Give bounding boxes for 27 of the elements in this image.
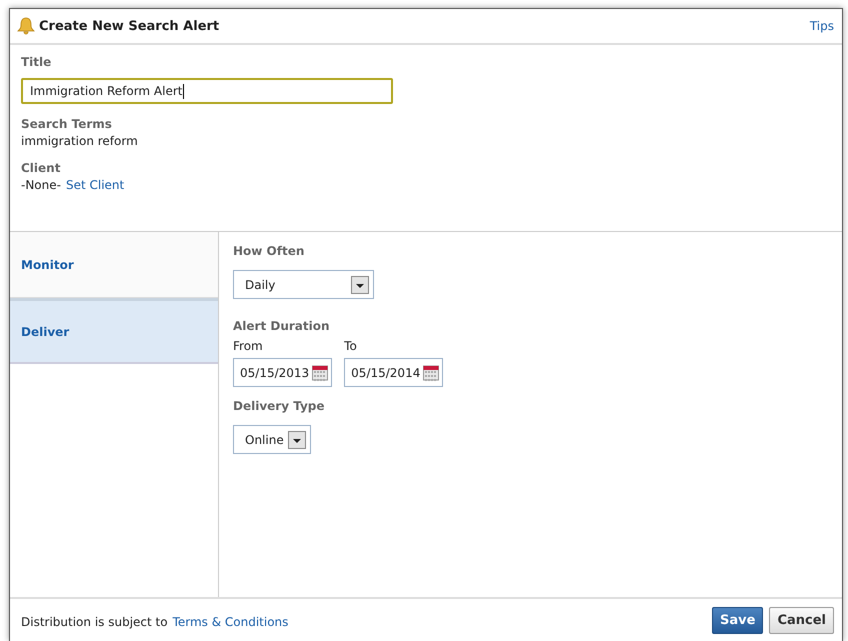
cancel-button[interactable]: Cancel <box>769 606 834 634</box>
set-client-link[interactable]: Set Client <box>66 178 124 192</box>
frequency-dropdown[interactable]: Daily <box>233 270 374 299</box>
distribution-note: Distribution is subject to <box>21 614 168 628</box>
client-value: -None- <box>21 178 61 192</box>
nav-tab[interactable]: Monitor <box>10 232 218 298</box>
calendar-icon[interactable] <box>312 364 328 380</box>
to-date-field[interactable]: 05/15/2014 <box>344 358 444 387</box>
window-title: Create New Search Alert <box>39 18 220 34</box>
bell-icon <box>17 17 35 35</box>
delivery-type-dropdown[interactable]: Online <box>233 425 311 454</box>
title-input-field[interactable]: Immigration Reform Alert <box>21 78 393 104</box>
field-label: Delivery Type <box>233 399 325 413</box>
tips-link[interactable]: Tips <box>810 19 834 33</box>
field-label: Alert Duration <box>233 319 330 333</box>
field-label: How Often <box>233 244 304 258</box>
to-label: To <box>344 339 358 353</box>
calendar-icon[interactable] <box>423 364 440 380</box>
from-date-field[interactable]: 05/15/2013 <box>233 358 332 387</box>
field-label: Client <box>21 161 60 175</box>
field-label: Title <box>21 55 52 69</box>
terms-link[interactable]: Terms & Conditions <box>172 614 288 628</box>
nav-tab[interactable]: Deliver <box>10 298 218 364</box>
save-button[interactable]: Save <box>712 606 764 634</box>
from-label: From <box>233 339 264 353</box>
field-label: Search Terms <box>21 117 112 131</box>
search-terms-value: immigration reform <box>21 134 138 148</box>
